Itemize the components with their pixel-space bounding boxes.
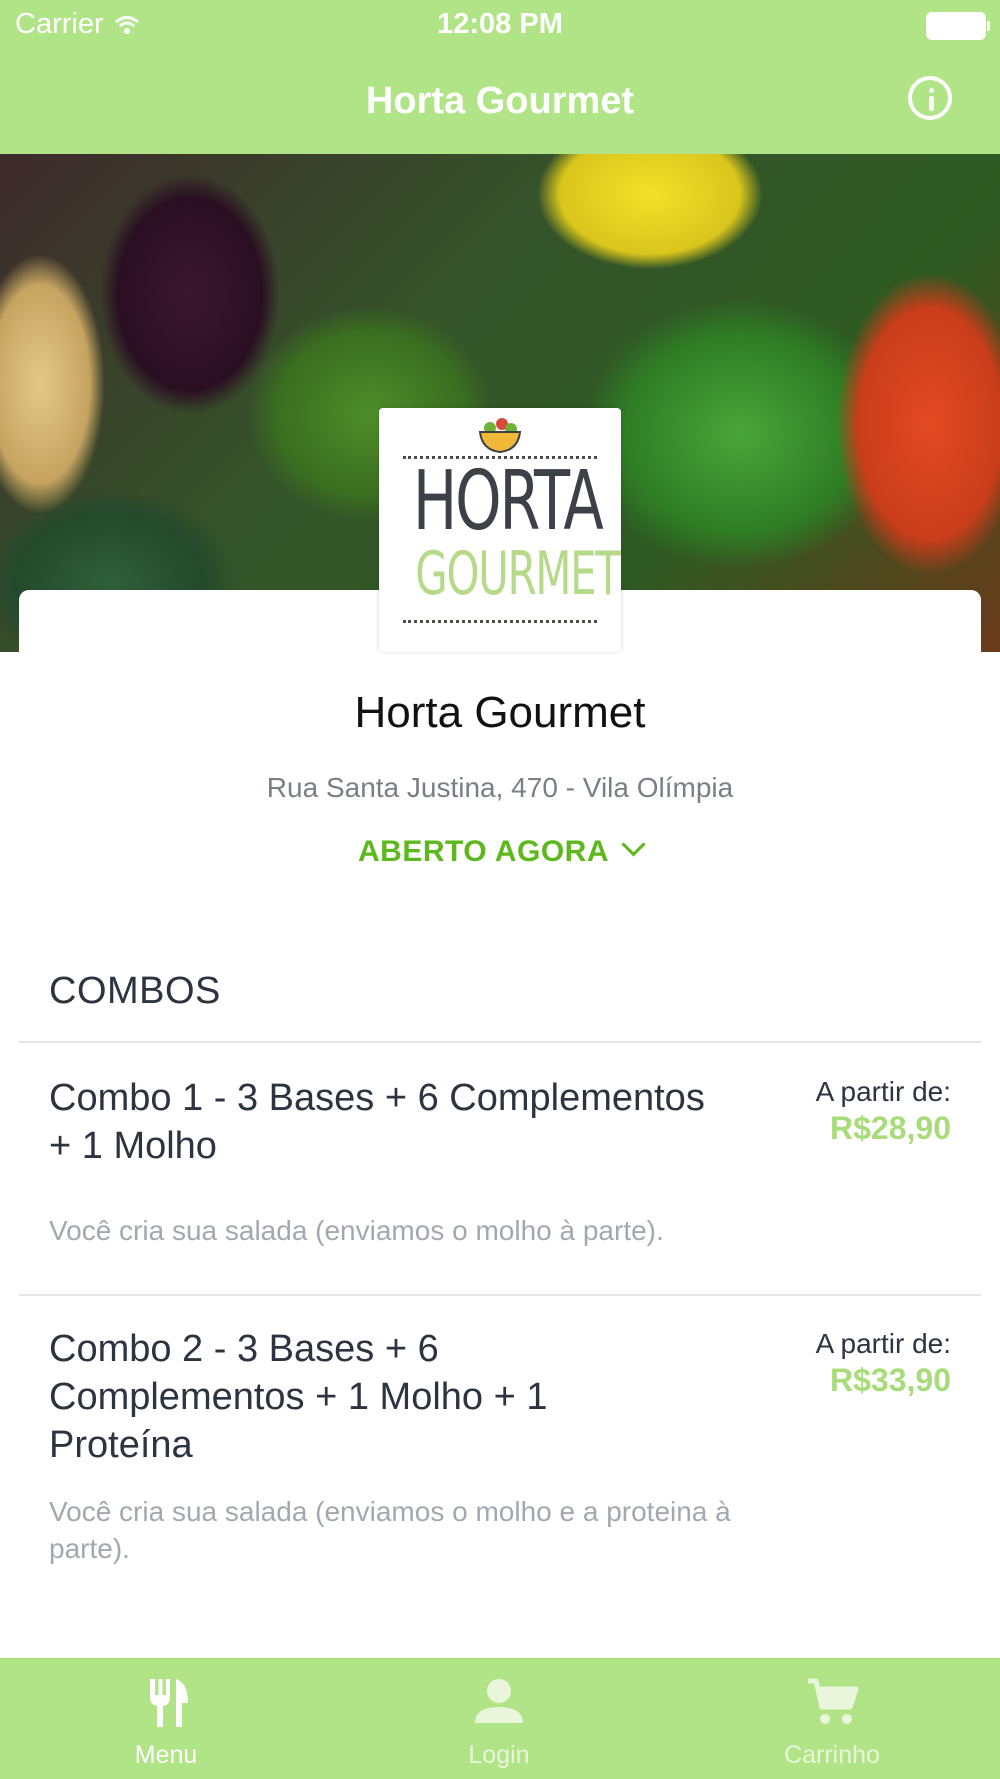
item-price: R$28,90 (830, 1110, 951, 1146)
salad-bowl-icon (478, 418, 522, 454)
item-from-label: A partir de: (815, 1328, 951, 1359)
section-title: COMBOS (49, 970, 221, 1012)
fork-knife-icon (150, 1679, 188, 1727)
restaurant-logo: HORTA GOURMET (379, 408, 621, 652)
menu-item[interactable]: Combo 2 - 3 Bases + 6 Complementos + 1 M… (0, 1295, 1000, 1635)
open-status-toggle[interactable]: ABERTO AGORA (0, 832, 1000, 869)
item-title: Combo 1 - 3 Bases + 6 Complementos + 1 M… (49, 1077, 705, 1167)
top-bar: Carrier 12:08 PM Horta Gourmet (0, 0, 1000, 154)
menu-item[interactable]: Combo 1 - 3 Bases + 6 Complementos + 1 M… (0, 1042, 1000, 1294)
tab-label: Login (468, 1741, 530, 1769)
tab-menu[interactable]: Menu (56, 1659, 276, 1779)
nav-title: Horta Gourmet (365, 80, 635, 122)
restaurant-address: Rua Santa Justina, 470 - Vila Olímpia (266, 772, 734, 803)
logo-dotted-line (403, 620, 597, 623)
item-from-label: A partir de: (815, 1076, 951, 1107)
tab-label: Carrinho (784, 1741, 880, 1769)
status-time: 12:08 PM (437, 8, 563, 40)
battery-icon (926, 12, 990, 40)
open-status-label: ABERTO AGORA (357, 835, 609, 868)
cart-icon (808, 1678, 859, 1724)
item-title: Combo 2 - 3 Bases + 6 Complementos + 1 M… (49, 1328, 548, 1466)
tab-bar: Menu Login Carrinho (0, 1658, 1000, 1779)
tab-label: Menu (134, 1741, 198, 1769)
logo-text-horta: HORTA (412, 454, 604, 549)
tab-cart[interactable]: Carrinho (722, 1659, 942, 1779)
item-description: Você cria sua salada (enviamos o molho à… (49, 1215, 664, 1246)
item-description: Você cria sua salada (enviamos o molho e… (49, 1496, 731, 1564)
chevron-down-icon (621, 832, 646, 857)
person-icon (475, 1679, 523, 1723)
logo-text-gourmet: GOURMET (415, 539, 621, 609)
restaurant-name: Horta Gourmet (354, 688, 646, 737)
item-price: R$33,90 (830, 1362, 951, 1398)
info-circle-icon[interactable] (908, 76, 952, 120)
tab-login[interactable]: Login (389, 1659, 609, 1779)
